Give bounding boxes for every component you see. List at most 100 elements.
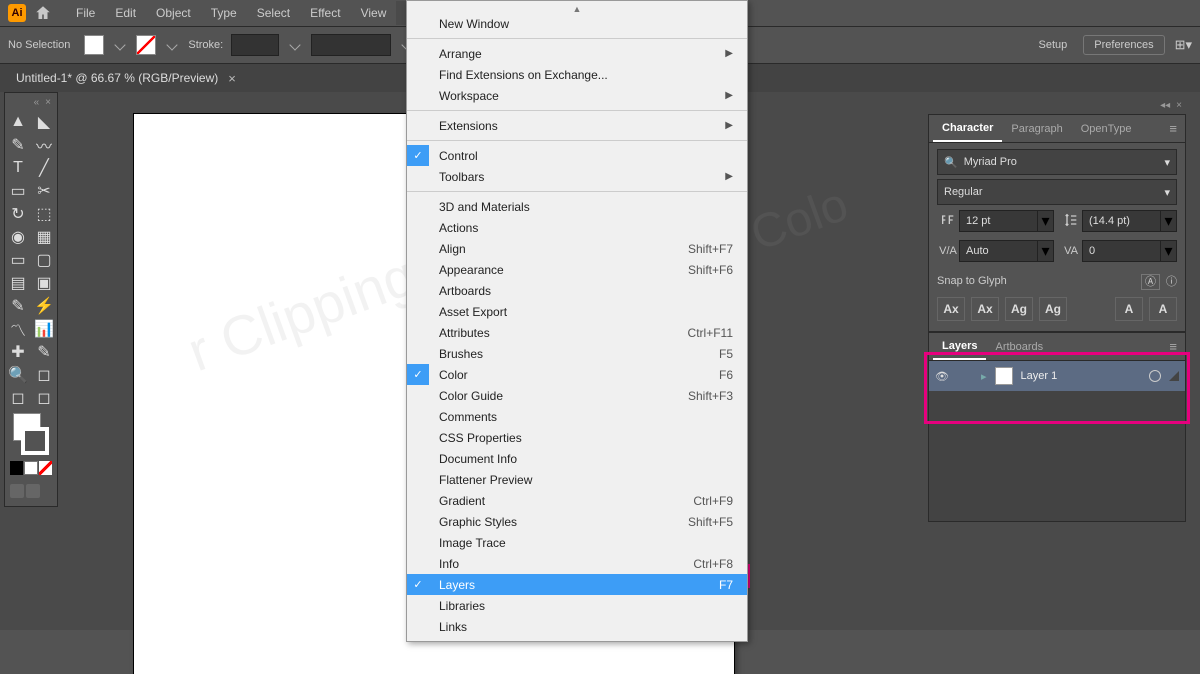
menu-item-links[interactable]: Links xyxy=(407,616,747,637)
menu-item-find-extensions-on-exchange-[interactable]: Find Extensions on Exchange... xyxy=(407,64,747,85)
panel-dock-icon[interactable]: ⊞▾ xyxy=(1175,37,1192,53)
font-family-dropdown[interactable]: 🔍 Myriad Pro ▾ xyxy=(937,149,1177,175)
tool-13[interactable]: ▢ xyxy=(31,248,57,271)
menu-item-document-info[interactable]: Document Info xyxy=(407,448,747,469)
panel-menu-icon[interactable]: ≡ xyxy=(1165,121,1181,136)
tool-19[interactable]: 📊 xyxy=(31,317,57,340)
chevron-down-icon[interactable]: ▾ xyxy=(1161,240,1177,262)
preferences-button[interactable]: Preferences xyxy=(1083,35,1164,55)
menu-item-actions[interactable]: Actions xyxy=(407,217,747,238)
chevron-down-icon[interactable] xyxy=(290,39,301,50)
font-size-field[interactable]: 12 pt ▾ xyxy=(937,209,1054,233)
tool-17[interactable]: ⚡ xyxy=(31,294,57,317)
kerning-field[interactable]: V/A Auto ▾ xyxy=(937,239,1054,263)
menu-item-appearance[interactable]: AppearanceShift+F6 xyxy=(407,259,747,280)
menu-item-graphic-styles[interactable]: Graphic StylesShift+F5 xyxy=(407,511,747,532)
menu-item-color-guide[interactable]: Color GuideShift+F3 xyxy=(407,385,747,406)
chevron-down-icon[interactable] xyxy=(115,39,126,50)
tool-0[interactable]: ▲ xyxy=(5,110,31,133)
menu-type[interactable]: Type xyxy=(201,1,247,25)
menu-item-info[interactable]: InfoCtrl+F8 xyxy=(407,553,747,574)
glyph-snap-button[interactable]: Ax xyxy=(937,297,965,321)
tool-5[interactable]: ╱ xyxy=(31,156,57,179)
opacity-input[interactable] xyxy=(311,34,391,56)
menu-item-color[interactable]: ✓ColorF6 xyxy=(407,364,747,385)
tab-character[interactable]: Character xyxy=(933,115,1002,142)
menu-item-attributes[interactable]: AttributesCtrl+F11 xyxy=(407,322,747,343)
menu-item-artboards[interactable]: Artboards xyxy=(407,280,747,301)
menu-item-toolbars[interactable]: Toolbars▶ xyxy=(407,166,747,187)
fill-stroke-control[interactable] xyxy=(11,411,51,457)
snap-glyph-icon[interactable]: Ⓐ xyxy=(1141,274,1160,290)
stroke-color-swatch[interactable] xyxy=(21,427,49,455)
menu-file[interactable]: File xyxy=(66,1,105,25)
document-tab[interactable]: Untitled-1* @ 66.67 % (RGB/Preview) × xyxy=(8,71,244,86)
tool-1[interactable]: ◣ xyxy=(31,110,57,133)
chevron-down-icon[interactable]: ▾ xyxy=(1038,240,1054,262)
leading-field[interactable]: (14.4 pt) ▾ xyxy=(1060,209,1177,233)
tool-7[interactable]: ✂ xyxy=(31,179,57,202)
tool-8[interactable]: ↻ xyxy=(5,202,31,225)
chevron-down-icon[interactable] xyxy=(167,39,178,50)
tool-21[interactable]: ✎ xyxy=(31,340,57,363)
tab-opentype[interactable]: OpenType xyxy=(1072,115,1141,142)
menu-item-arrange[interactable]: Arrange▶ xyxy=(407,43,747,64)
close-icon[interactable]: × xyxy=(1176,100,1182,114)
target-icon[interactable] xyxy=(1149,370,1161,382)
panel-menu-icon[interactable]: ≡ xyxy=(1165,339,1181,354)
glyph-snap-button[interactable]: A xyxy=(1149,297,1177,321)
close-icon[interactable]: × xyxy=(45,97,51,108)
tool-10[interactable]: ◉ xyxy=(5,225,31,248)
menu-edit[interactable]: Edit xyxy=(105,1,146,25)
tool-14[interactable]: ▤ xyxy=(5,271,31,294)
tab-artboards[interactable]: Artboards xyxy=(986,333,1052,360)
layer-name[interactable]: Layer 1 xyxy=(1021,370,1058,382)
stroke-swatch[interactable] xyxy=(136,35,156,55)
fill-swatch[interactable] xyxy=(84,35,104,55)
menu-item-css-properties[interactable]: CSS Properties xyxy=(407,427,747,448)
glyph-snap-button[interactable]: Ag xyxy=(1039,297,1067,321)
tab-layers[interactable]: Layers xyxy=(933,333,986,360)
menu-item-libraries[interactable]: Libraries xyxy=(407,595,747,616)
home-icon[interactable] xyxy=(34,4,52,22)
tool-2[interactable]: ✎ xyxy=(5,133,31,156)
menu-item-gradient[interactable]: GradientCtrl+F9 xyxy=(407,490,747,511)
menu-item-new-window[interactable]: New Window xyxy=(407,13,747,34)
tracking-field[interactable]: VA 0 ▾ xyxy=(1060,239,1177,263)
menu-item-align[interactable]: AlignShift+F7 xyxy=(407,238,747,259)
app-icon[interactable]: Ai xyxy=(8,4,26,22)
menu-item-layers[interactable]: ✓LayersF7 xyxy=(407,574,747,595)
info-icon[interactable]: ⓘ xyxy=(1166,276,1177,288)
stroke-weight-input[interactable] xyxy=(231,34,279,56)
close-icon[interactable]: × xyxy=(228,71,236,86)
glyph-snap-button[interactable]: Ag xyxy=(1005,297,1033,321)
scroll-up-icon[interactable]: ▲ xyxy=(407,5,747,13)
tool-24[interactable]: ◻ xyxy=(5,386,31,409)
menu-item-workspace[interactable]: Workspace▶ xyxy=(407,85,747,106)
menu-view[interactable]: View xyxy=(351,1,397,25)
menu-item-extensions[interactable]: Extensions▶ xyxy=(407,115,747,136)
tool-16[interactable]: ✎ xyxy=(5,294,31,317)
tool-25[interactable]: ◻ xyxy=(31,386,57,409)
menu-item-image-trace[interactable]: Image Trace xyxy=(407,532,747,553)
tool-11[interactable]: ▦ xyxy=(31,225,57,248)
tool-4[interactable]: T xyxy=(5,156,31,179)
tool-23[interactable]: ◻ xyxy=(31,363,57,386)
menu-item-asset-export[interactable]: Asset Export xyxy=(407,301,747,322)
tool-20[interactable]: ✚ xyxy=(5,340,31,363)
chevron-down-icon[interactable]: ▾ xyxy=(1161,210,1177,232)
collapse-icon[interactable]: « xyxy=(34,97,40,108)
font-style-dropdown[interactable]: Regular ▾ xyxy=(937,179,1177,205)
tool-18[interactable]: 〽 xyxy=(5,317,31,340)
layer-row[interactable]: 👁 ▸ Layer 1 xyxy=(929,361,1185,391)
tool-6[interactable]: ▭ xyxy=(5,179,31,202)
glyph-snap-button[interactable]: A xyxy=(1115,297,1143,321)
menu-item-3d-and-materials[interactable]: 3D and Materials xyxy=(407,196,747,217)
screen-mode-buttons[interactable] xyxy=(5,479,57,506)
menu-item-comments[interactable]: Comments xyxy=(407,406,747,427)
menu-item-flattener-preview[interactable]: Flattener Preview xyxy=(407,469,747,490)
glyph-snap-button[interactable]: Ax xyxy=(971,297,999,321)
tool-9[interactable]: ⬚ xyxy=(31,202,57,225)
collapse-icon[interactable]: ◂◂ xyxy=(1160,100,1170,114)
color-mode-swatches[interactable] xyxy=(5,457,57,479)
